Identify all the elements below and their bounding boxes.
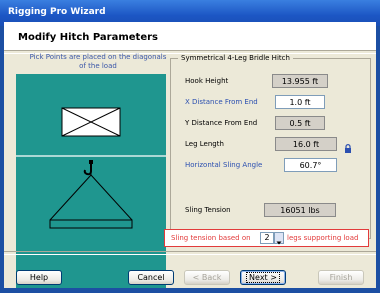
leg-length-label: Leg Length (185, 140, 224, 148)
cancel-button[interactable]: Cancel (128, 270, 174, 285)
sling-tension-field: 16051 lbs (264, 203, 336, 217)
support-legs-select[interactable]: 2 (260, 232, 274, 244)
hook-icon (83, 160, 93, 176)
support-legs-box: Sling tension based on 2 legs supporting… (164, 229, 369, 247)
support-prefix: Sling tension based on (171, 234, 251, 242)
wizard-window: Rigging Pro Wizard Modify Hitch Paramete… (0, 0, 380, 293)
x-distance-label: X Distance From End (185, 98, 258, 106)
y-distance-label: Y Distance From End (185, 119, 258, 127)
support-suffix: legs supporting load (287, 234, 359, 242)
support-legs-dropdown-button[interactable] (274, 232, 284, 245)
y-distance-field[interactable]: 0.5 ft (275, 116, 325, 130)
help-button[interactable]: Help (16, 270, 62, 285)
page-title: Modify Hitch Parameters (18, 32, 158, 43)
footer-divider (4, 251, 376, 255)
back-button[interactable]: < Back (184, 270, 230, 285)
lock-icon[interactable] (344, 139, 352, 158)
header-band: Modify Hitch Parameters (4, 22, 376, 50)
chevron-down-icon (276, 241, 282, 245)
hook-height-label: Hook Height (185, 77, 229, 85)
sling-angle-label: Horizontal Sling Angle (185, 161, 263, 169)
hook-height-field[interactable]: 13.955 ft (272, 74, 328, 88)
leg-length-field[interactable]: 16.0 ft (275, 137, 337, 151)
x-distance-field[interactable]: 1.0 ft (275, 95, 325, 109)
sling-angle-field[interactable]: 60.7° (284, 158, 337, 172)
finish-button[interactable]: Finish (318, 270, 364, 285)
next-button-label: Next > (246, 272, 280, 283)
window-title: Rigging Pro Wizard (8, 7, 106, 17)
load-side-view (49, 219, 133, 229)
next-button[interactable]: Next > (240, 270, 286, 285)
sling-tension-label: Sling Tension (185, 206, 231, 214)
pick-points-note: Pick Points are placed on the diagonals … (29, 53, 167, 70)
hitch-diagram (16, 74, 166, 288)
hitch-group-label: Symmetrical 4-Leg Bridle Hitch (178, 54, 293, 62)
hitch-diagram-graphic (16, 107, 166, 229)
